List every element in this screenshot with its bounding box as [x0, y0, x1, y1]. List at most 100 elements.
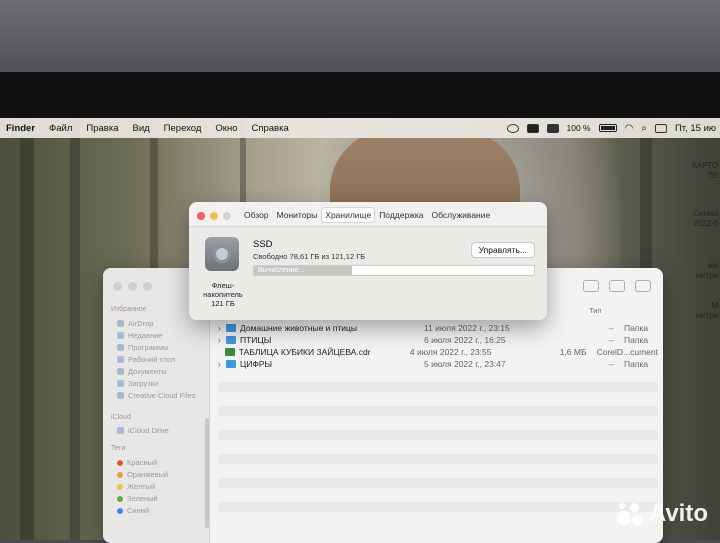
table-row[interactable]: › ЦИФРЫ 5 июля 2022 г., 23:47 -- Папка — [218, 358, 658, 370]
menu-view[interactable]: Вид — [125, 123, 156, 134]
tab-displays[interactable]: Мониторы — [274, 208, 321, 222]
chevron-right-icon[interactable]: › — [218, 336, 226, 345]
desktop-label[interactable]: метри — [696, 311, 718, 320]
zoom-button[interactable] — [223, 212, 231, 220]
folder-icon — [117, 392, 124, 399]
menu-extras: 100 % ◠ ⌕ Пт, 15 ию — [507, 118, 720, 138]
sidebar-item-desktop[interactable]: Рабочий стол — [117, 355, 175, 364]
sidebar-item-downloads[interactable]: Загрузки — [117, 379, 158, 388]
row-size: -- — [574, 323, 624, 333]
sidebar-tag-red[interactable]: Красный — [117, 458, 157, 467]
empty-row — [218, 478, 658, 488]
close-button[interactable] — [113, 282, 122, 291]
desktop-label[interactable]: ми — [708, 261, 718, 270]
sidebar-item-creative-cloud[interactable]: Creative Cloud Files — [117, 391, 196, 400]
table-row[interactable]: › Домашние животные и птицы 11 июля 2022… — [218, 322, 658, 334]
tab-bar: Обзор Мониторы Хранилище Поддержка Обслу… — [241, 208, 493, 222]
sidebar-scrollbar[interactable] — [205, 418, 209, 528]
sidebar-item-airdrop[interactable]: AirDrop — [117, 319, 153, 328]
free-space-text: Свободно 78,61 ГБ из 121,12 ГБ — [253, 252, 365, 261]
sidebar-section-icloud: iCloud — [111, 414, 131, 421]
avito-watermark: Avito — [617, 500, 708, 528]
cpu-icon[interactable] — [527, 124, 539, 133]
desktop-label[interactable]: М — [711, 301, 718, 310]
sidebar-item-icloud-drive[interactable]: iCloud Drive — [117, 426, 169, 435]
control-center-icon[interactable] — [655, 124, 667, 133]
sidebar-tag-orange[interactable]: Оранжевый — [117, 470, 168, 479]
row-kind: Папка — [624, 359, 648, 369]
tag-icon[interactable] — [583, 280, 599, 292]
drive-caption: Флеш- накопитель 121 ГБ — [197, 281, 249, 308]
row-date: 5 июля 2022 г., 23:47 — [424, 359, 574, 369]
status-icon[interactable] — [507, 124, 519, 133]
storage-progress-bar: Вычисление... — [253, 265, 535, 276]
table-row[interactable]: ТАБЛИЦА КУБИКИ ЗАЙЦЕВА.cdr 4 июля 2022 г… — [218, 346, 658, 358]
chevron-down-icon[interactable] — [635, 280, 651, 292]
wallpaper-tree — [20, 118, 34, 540]
row-name: ПТИЦЫ — [240, 335, 424, 345]
menu-file[interactable]: Файл — [42, 123, 79, 134]
sidebar-item-label: Документы — [128, 367, 167, 376]
row-kind: Папка — [624, 323, 648, 333]
sidebar-item-label: Желтый — [127, 482, 155, 491]
desktop-label[interactable]: метри — [696, 271, 718, 280]
search-icon[interactable]: ⌕ — [641, 123, 647, 134]
sidebar-section-tags: Теги — [111, 445, 125, 452]
row-size: -- — [574, 359, 624, 369]
wifi-icon[interactable]: ◠ — [625, 123, 634, 134]
row-name: ЦИФРЫ — [240, 359, 424, 369]
download-icon — [117, 380, 124, 387]
manage-button[interactable]: Управлять... — [471, 242, 535, 258]
drive-name: SSD — [253, 239, 273, 250]
row-date: 11 июля 2022 г., 23:15 — [424, 323, 574, 333]
column-kind-header[interactable]: Тип — [589, 306, 602, 315]
sidebar-item-applications[interactable]: Программы — [117, 343, 169, 352]
minimize-button[interactable] — [210, 212, 218, 220]
desktop-label[interactable]: Снимо — [693, 209, 718, 218]
tab-support[interactable]: Поддержка — [376, 208, 426, 222]
sidebar-item-recents[interactable]: Недавние — [117, 331, 162, 340]
desktop-label[interactable]: 2022-0 — [693, 219, 718, 228]
clock-icon — [117, 332, 124, 339]
sidebar-tag-green[interactable]: Зеленый — [117, 494, 158, 503]
menu-go[interactable]: Переход — [157, 123, 209, 134]
sidebar-tag-blue[interactable]: Синий — [117, 506, 149, 515]
chevron-right-icon[interactable]: › — [218, 324, 226, 333]
close-button[interactable] — [197, 212, 205, 220]
row-name: Домашние животные и птицы — [240, 323, 424, 333]
row-size: 1,6 МБ — [549, 347, 596, 357]
empty-row — [218, 430, 658, 440]
tab-storage[interactable]: Хранилище — [322, 208, 374, 222]
menu-clock[interactable]: Пт, 15 ию — [675, 123, 716, 134]
table-row[interactable]: › ПТИЦЫ 6 июля 2022 г., 16:25 -- Папка — [218, 334, 658, 346]
fabric-background — [0, 0, 720, 78]
sidebar-tag-yellow[interactable]: Желтый — [117, 482, 155, 491]
tab-overview[interactable]: Обзор — [241, 208, 272, 222]
tag-dot-icon — [117, 484, 123, 490]
zoom-button[interactable] — [143, 282, 152, 291]
folder-icon — [226, 336, 236, 344]
menu-help[interactable]: Справка — [244, 123, 295, 134]
tag-dot-icon — [117, 508, 123, 514]
menu-app-finder[interactable]: Finder — [0, 123, 42, 134]
menu-edit[interactable]: Правка — [79, 123, 125, 134]
desktop-label[interactable]: ТЕ — [708, 171, 718, 180]
more-actions-icon[interactable] — [609, 280, 625, 292]
sidebar-item-documents[interactable]: Документы — [117, 367, 167, 376]
chevron-right-icon[interactable]: › — [218, 360, 226, 369]
empty-row — [218, 382, 658, 392]
battery-icon[interactable] — [599, 124, 617, 132]
sidebar-item-label: iCloud Drive — [128, 426, 169, 435]
tab-service[interactable]: Обслуживание — [429, 208, 494, 222]
window-controls — [113, 282, 152, 291]
menu-window[interactable]: Окно — [208, 123, 244, 134]
tag-dot-icon — [117, 460, 123, 466]
menu-bar: Finder Файл Правка Вид Переход Окно Спра… — [0, 118, 720, 138]
flash-drive-icon — [205, 237, 239, 271]
sidebar-item-label: Синий — [127, 506, 149, 515]
minimize-button[interactable] — [128, 282, 137, 291]
desktop-label[interactable]: КАРТО — [692, 161, 718, 170]
avito-wordmark: Avito — [649, 500, 708, 528]
progress-label: Вычисление... — [258, 267, 304, 274]
keyboard-icon[interactable] — [547, 124, 559, 133]
